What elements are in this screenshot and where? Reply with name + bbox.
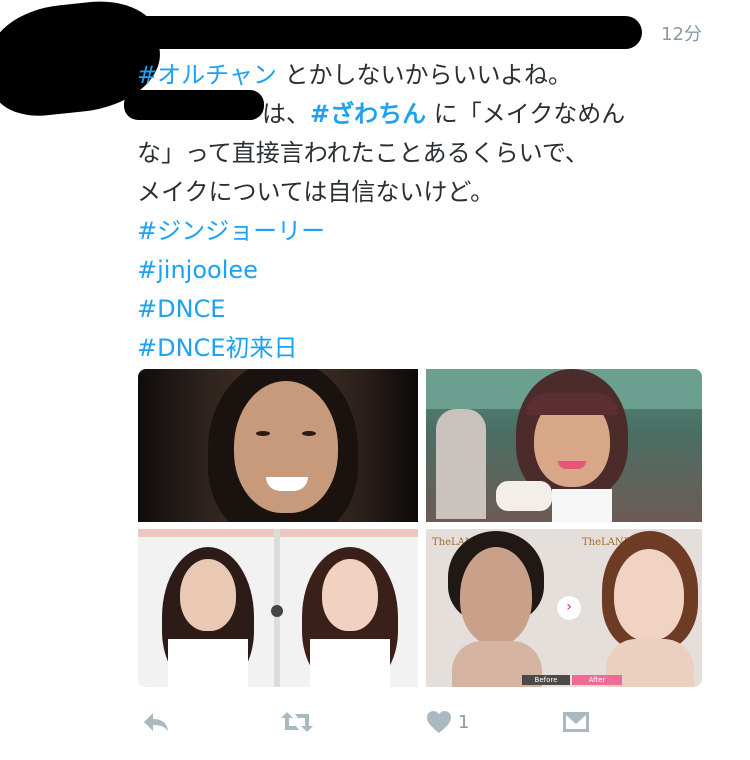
photo-after-half	[280, 529, 418, 687]
hashtag-link[interactable]: #ジンジョーリー	[137, 212, 737, 251]
redaction-mention	[124, 90, 264, 120]
tweet-text-segment: とかしないからいいよね。	[276, 61, 573, 89]
after-label: After	[572, 675, 622, 685]
media-photo-2[interactable]	[426, 369, 702, 522]
like-count: 1	[458, 711, 470, 733]
hashtag-link[interactable]: #DNCE	[137, 290, 737, 329]
eye-shape	[256, 431, 270, 436]
tweet-actions: 1	[138, 702, 598, 742]
retweet-icon	[281, 712, 313, 732]
food-item	[496, 481, 552, 511]
tweet-line-4: メイクについては自信ないけど。	[137, 178, 495, 206]
person-left	[436, 409, 486, 519]
eye-shape	[302, 431, 316, 436]
shirt-shape	[310, 639, 390, 687]
shirt-shape	[552, 489, 612, 522]
face-shape	[234, 381, 338, 513]
reply-button[interactable]	[142, 702, 170, 742]
tweet-line-3: な」って直接言われたことあるくらいで、	[137, 139, 589, 167]
hashtag-link[interactable]: #オルチャン	[137, 61, 277, 89]
face-shape	[322, 559, 378, 631]
bangs-shape	[526, 393, 618, 415]
media-photo-4[interactable]: TheLANE TheLANE › Before After	[426, 529, 702, 687]
media-photo-3[interactable]	[138, 529, 418, 687]
hashtag-link[interactable]: #DNCE初来日	[137, 329, 737, 368]
envelope-icon	[563, 712, 589, 732]
compare-arrow-icon	[271, 605, 283, 617]
before-label: Before	[522, 675, 570, 685]
media-photo-1[interactable]	[138, 369, 418, 522]
face-shape	[614, 549, 684, 641]
tweet-timestamp[interactable]: 12分	[661, 20, 702, 46]
photo-before-half	[138, 529, 274, 687]
like-button[interactable]: 1	[426, 702, 469, 742]
top-strip	[280, 529, 418, 537]
tweet-text-segment: に「メイクなめん	[426, 100, 626, 128]
tweet-text-segment: は、	[262, 100, 310, 128]
heart-icon	[427, 711, 451, 733]
retweet-button[interactable]	[280, 702, 314, 742]
face-shape	[180, 559, 236, 631]
face-shape	[460, 547, 532, 645]
top-strip	[138, 529, 274, 537]
direct-message-button[interactable]	[562, 702, 590, 742]
mouth-shape	[558, 461, 586, 469]
redaction-username	[120, 16, 642, 49]
hashtag-link[interactable]: #ざわちん	[310, 100, 426, 128]
reply-icon	[144, 713, 168, 731]
shirt-shape	[168, 639, 248, 687]
media-grid: TheLANE TheLANE › Before After	[138, 369, 702, 687]
hashtag-link[interactable]: #jinjoolee	[137, 251, 737, 290]
chevron-right-icon: ›	[556, 595, 582, 621]
